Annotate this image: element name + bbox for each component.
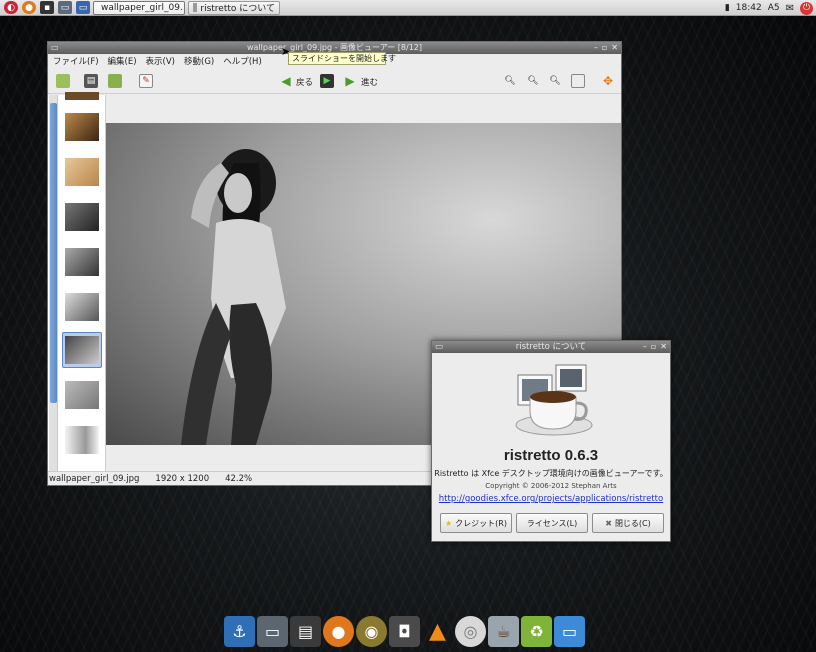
terminal-launcher-icon[interactable]: ▪ bbox=[40, 1, 54, 14]
thumbnail[interactable] bbox=[62, 154, 102, 190]
scrollbar-thumb[interactable] bbox=[50, 103, 57, 403]
network-icon[interactable]: ▮ bbox=[725, 3, 730, 13]
file-manager-launcher-icon[interactable]: ▭ bbox=[58, 1, 72, 14]
trash-dock-icon[interactable]: ♻ bbox=[521, 615, 552, 647]
power-icon[interactable]: ⏻ bbox=[800, 1, 813, 15]
toolbar: ▤ ✎ ◀ 戻る ▶ ▶ 進む 🔍︎ 🔍︎ 🔍︎ ✥ bbox=[48, 68, 621, 94]
thumbnail-bar bbox=[48, 92, 106, 471]
image-viewer-icon bbox=[193, 3, 198, 12]
thumbnail[interactable] bbox=[62, 91, 102, 103]
desktop-dock-icon[interactable]: ▭ bbox=[554, 615, 585, 647]
delete-icon[interactable] bbox=[108, 74, 122, 88]
ristretto-dock-icon[interactable]: ☕ bbox=[488, 615, 519, 647]
menu-edit[interactable]: 編集(E) bbox=[108, 55, 137, 67]
back-arrow-icon[interactable]: ◀ bbox=[279, 74, 293, 88]
show-desktop-icon[interactable]: ▭ bbox=[76, 1, 90, 14]
credits-button[interactable]: ★ クレジット(R) bbox=[440, 513, 512, 533]
license-label: ライセンス(L) bbox=[526, 518, 578, 528]
star-icon: ★ bbox=[445, 518, 453, 528]
file-manager-dock-icon[interactable]: ▤ bbox=[290, 615, 321, 647]
firefox-launcher-icon[interactable]: ● bbox=[22, 1, 36, 14]
email-icon[interactable]: ✉ bbox=[786, 3, 794, 14]
thumbnail[interactable] bbox=[62, 289, 102, 325]
menu-view[interactable]: 表示(V) bbox=[146, 55, 175, 67]
forward-button[interactable]: 進む bbox=[361, 76, 378, 88]
zoom-out-icon[interactable]: 🔍︎ bbox=[526, 74, 540, 88]
minimize-icon[interactable]: – bbox=[643, 341, 647, 353]
task-button-viewer[interactable]: wallpaper_girl_09… bbox=[93, 0, 185, 15]
app-description: Ristretto は Xfce デスクトップ環境向けの画像ビューアーです。 bbox=[434, 469, 668, 478]
thumbnail[interactable] bbox=[62, 377, 102, 413]
status-zoom: 42.2% bbox=[225, 473, 253, 484]
close-label: 閉じる(C) bbox=[614, 518, 651, 528]
thumbnail-selected[interactable] bbox=[62, 332, 102, 368]
forward-arrow-icon[interactable]: ▶ bbox=[343, 74, 357, 88]
zoom-fit-icon[interactable]: 🔍︎ bbox=[548, 74, 562, 88]
cd-player-dock-icon[interactable]: ◎ bbox=[455, 615, 486, 647]
close-icon[interactable]: ✕ bbox=[611, 42, 618, 54]
input-method-indicator[interactable]: A5 bbox=[768, 3, 780, 13]
zoom-100-icon[interactable] bbox=[571, 74, 585, 88]
top-panel: ◐ ● ▪ ▭ ▭ wallpaper_girl_09… ristretto に… bbox=[0, 0, 816, 16]
credits-label: クレジット(R) bbox=[455, 518, 507, 528]
open-folder-icon[interactable] bbox=[56, 74, 70, 88]
edit-icon[interactable]: ✎ bbox=[139, 74, 153, 88]
ristretto-app-icon bbox=[510, 363, 594, 443]
close-icon[interactable]: ✕ bbox=[660, 341, 667, 353]
about-dialog: ▭ ristretto について – ▫ ✕ ristretto 0.6.3 R… bbox=[431, 340, 671, 542]
thumbnail[interactable] bbox=[62, 109, 102, 145]
thumbnail[interactable] bbox=[62, 422, 102, 458]
clock[interactable]: 18:42 bbox=[736, 3, 762, 13]
thumbnail[interactable] bbox=[62, 199, 102, 235]
about-titlebar[interactable]: ▭ ristretto について – ▫ ✕ bbox=[432, 341, 670, 353]
window-menu-icon[interactable]: ▭ bbox=[435, 341, 443, 353]
task-label: ristretto について bbox=[200, 4, 275, 14]
maximize-icon[interactable]: ▫ bbox=[602, 42, 607, 54]
menu-help[interactable]: ヘルプ(H) bbox=[223, 55, 262, 67]
minimize-icon[interactable]: – bbox=[594, 42, 598, 54]
license-button[interactable]: ライセンス(L) bbox=[516, 513, 588, 533]
system-tray: ▮ 18:42 A5 ✉ ⏻ bbox=[725, 0, 816, 16]
window-menu-icon[interactable]: ▭ bbox=[51, 42, 59, 54]
close-button[interactable]: ✖ 閉じる(C) bbox=[592, 513, 664, 533]
anchor-launcher-icon[interactable]: ⚓ bbox=[224, 615, 255, 647]
back-button[interactable]: 戻る bbox=[296, 76, 313, 88]
app-name-version: ristretto 0.6.3 bbox=[503, 447, 599, 464]
firefox-dock-icon[interactable]: ● bbox=[323, 615, 354, 647]
applications-menu-icon[interactable]: ◐ bbox=[4, 1, 18, 14]
status-filename: wallpaper_girl_09.jpg bbox=[49, 473, 140, 484]
app-copyright: Copyright © 2006-2012 Stephan Arts bbox=[485, 482, 617, 490]
dock: ⚓ ▭ ▤ ● ◉ ◘ ▲ ◎ ☕ ♻ ▭ bbox=[224, 612, 592, 650]
thumbnail-scrollbar[interactable] bbox=[49, 95, 58, 471]
about-title: ristretto について bbox=[515, 342, 587, 352]
task-button-about[interactable]: ristretto について bbox=[188, 0, 280, 15]
camera-dock-icon[interactable]: ◘ bbox=[389, 615, 420, 647]
menu-file[interactable]: ファイル(F) bbox=[53, 55, 99, 67]
window-title: wallpaper_girl_09.jpg - 画像ビューアー [8/12] bbox=[247, 43, 422, 52]
slideshow-tooltip: スライドショーを開始します bbox=[288, 52, 396, 65]
monitor-launcher-icon[interactable]: ▭ bbox=[257, 615, 288, 647]
zoom-in-icon[interactable]: 🔍︎ bbox=[503, 74, 517, 88]
slideshow-play-icon[interactable]: ▶ bbox=[320, 74, 334, 88]
thumbnail[interactable] bbox=[62, 244, 102, 280]
task-label: wallpaper_girl_09… bbox=[101, 2, 185, 13]
vlc-dock-icon[interactable]: ▲ bbox=[422, 616, 453, 647]
project-website-link[interactable]: http://goodies.xfce.org/projects/applica… bbox=[432, 494, 670, 504]
save-icon[interactable]: ▤ bbox=[84, 74, 98, 88]
close-x-icon: ✖ bbox=[605, 518, 612, 528]
maximize-icon[interactable]: ▫ bbox=[651, 341, 656, 353]
mail-client-dock-icon[interactable]: ◉ bbox=[356, 615, 387, 647]
status-dimensions: 1920 x 1200 bbox=[155, 473, 210, 484]
menu-go[interactable]: 移動(G) bbox=[184, 55, 214, 67]
fullscreen-icon[interactable]: ✥ bbox=[601, 74, 615, 88]
